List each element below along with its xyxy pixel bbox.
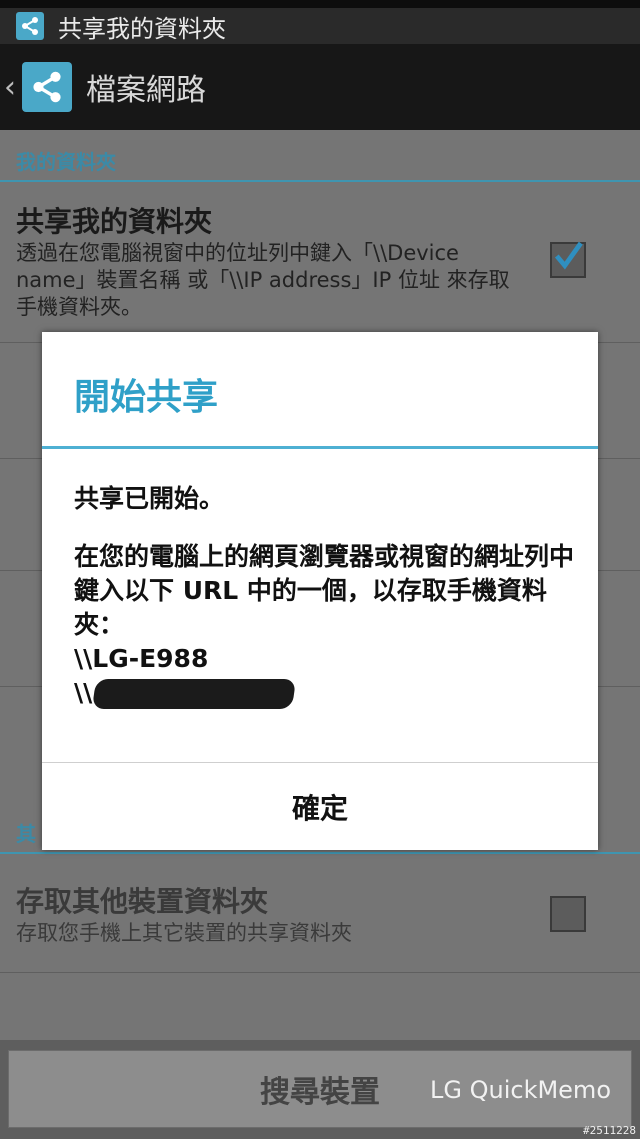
divider <box>0 972 640 973</box>
back-chevron-icon[interactable]: ‹ <box>4 70 22 105</box>
notification-text: 共享我的資料夾 <box>58 14 226 43</box>
dialog-url-ip-prefix: \\ <box>74 678 93 707</box>
sharing-started-dialog: 開始共享 共享已開始。 在您的電腦上的網頁瀏覽器或視窗的網址列中鍵入以下 URL… <box>42 332 598 850</box>
access-other-preference[interactable]: 存取其他裝置資料夾 存取您手機上其它裝置的共享資料夾 <box>0 880 640 947</box>
dialog-title-divider <box>42 446 598 449</box>
section-header-my-folders: 我的資料夾 <box>0 130 640 182</box>
status-bar <box>0 0 640 8</box>
dialog-url-ip: \\ <box>74 676 574 710</box>
share-folder-summary: 透過在您電腦視窗中的位址列中鍵入「\\Device name」裝置名稱 或「\\… <box>16 241 510 319</box>
dialog-url-device: \\LG-E988 <box>74 644 209 673</box>
redaction-scribble <box>92 679 297 709</box>
quickmemo-watermark: LG QuickMemo <box>430 1076 611 1104</box>
image-stamp: #2511228 <box>583 1124 636 1137</box>
dialog-line-started: 共享已開始。 <box>74 484 225 513</box>
access-other-summary: 存取您手機上其它裝置的共享資料夾 <box>16 921 352 945</box>
confirm-button[interactable]: 確定 <box>42 763 598 850</box>
share-app-icon[interactable] <box>22 62 72 112</box>
share-icon <box>16 12 44 40</box>
dialog-line-instructions: 在您的電腦上的網頁瀏覽器或視窗的網址列中鍵入以下 URL 中的一個，以存取手機資… <box>74 542 575 639</box>
share-folder-preference[interactable]: 共享我的資料夾 透過在您電腦視窗中的位址列中鍵入「\\Device name」裝… <box>0 200 640 321</box>
share-folder-title: 共享我的資料夾 <box>16 205 213 238</box>
access-other-checkbox[interactable] <box>550 896 586 932</box>
dialog-title: 開始共享 <box>74 377 219 418</box>
access-other-title: 存取其他裝置資料夾 <box>16 885 269 918</box>
share-folder-checkbox[interactable] <box>550 241 586 278</box>
action-bar: ‹ 檔案網路 <box>0 44 640 130</box>
notification-bar[interactable]: 共享我的資料夾 <box>0 8 640 44</box>
page-title: 檔案網路 <box>86 73 206 108</box>
dialog-message: 共享已開始。 在您的電腦上的網頁瀏覽器或視窗的網址列中鍵入以下 URL 中的一個… <box>74 482 574 710</box>
